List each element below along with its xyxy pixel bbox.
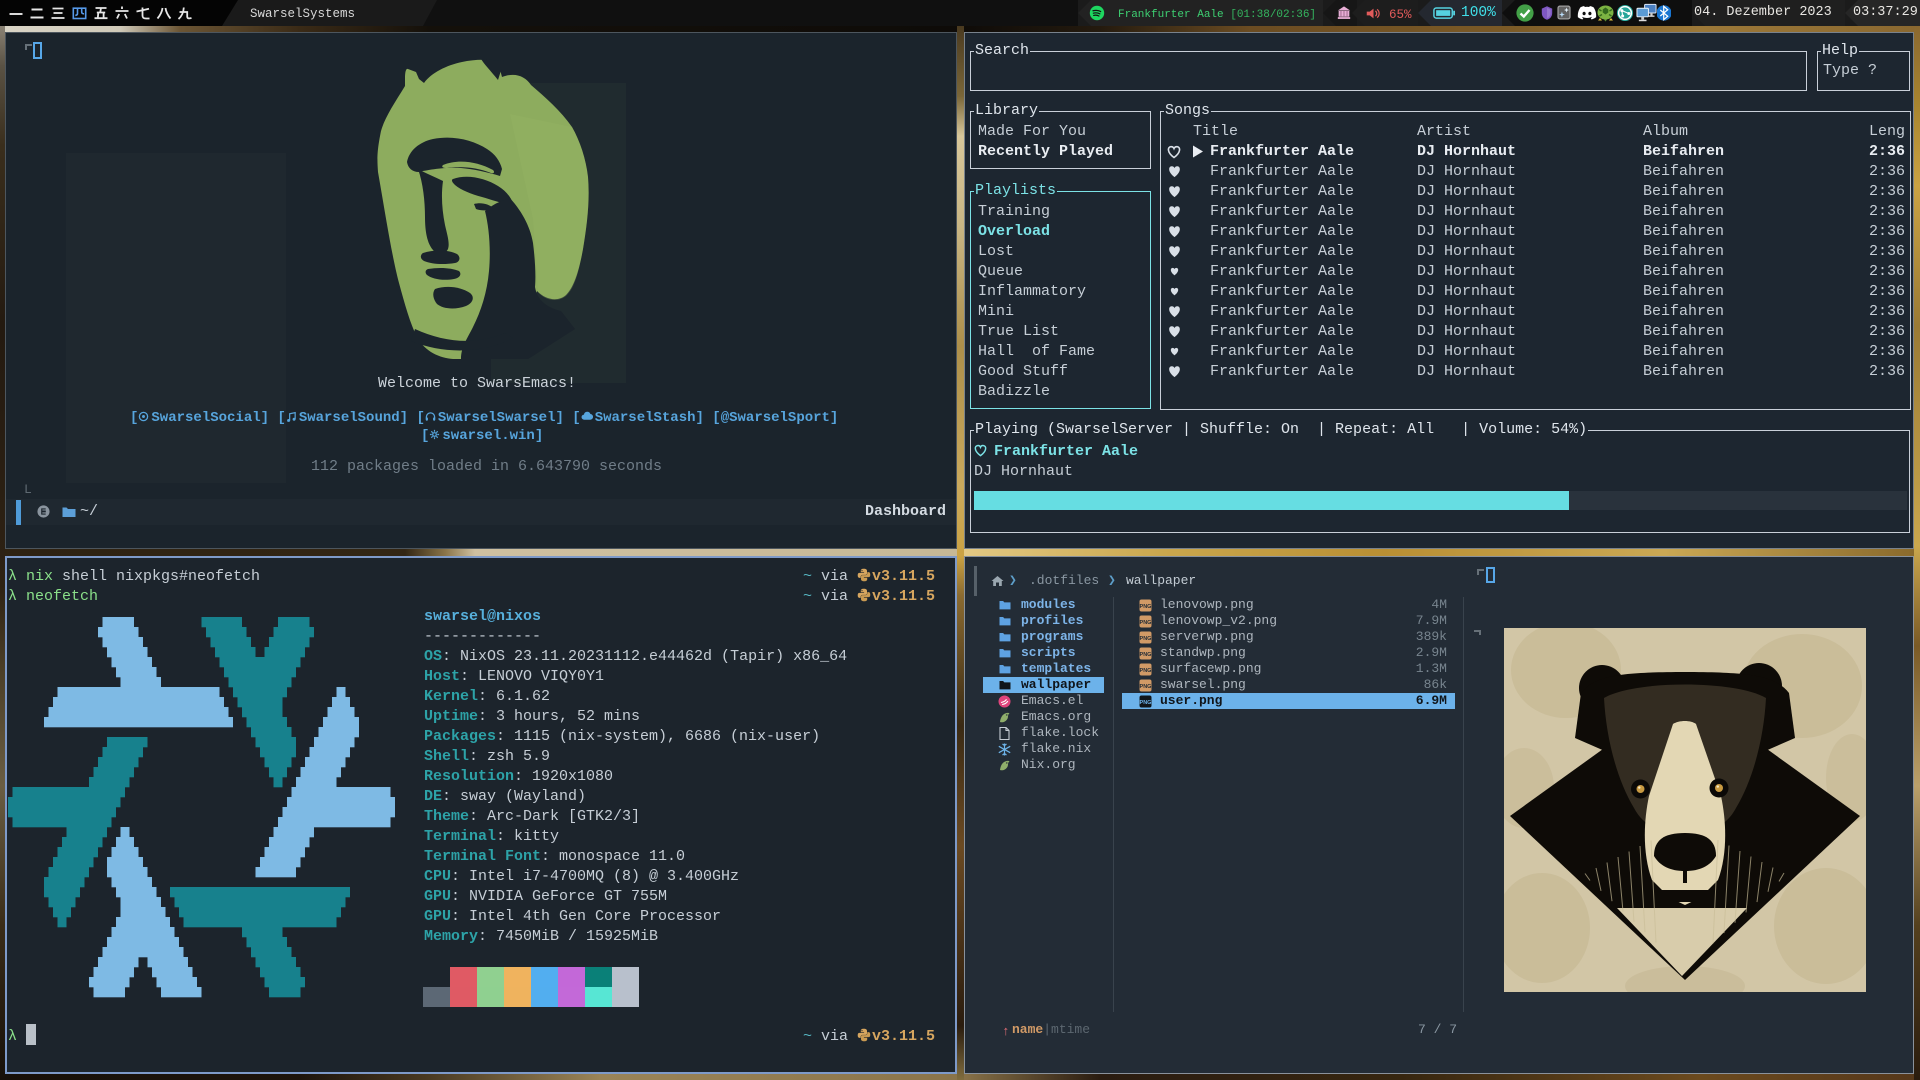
svg-text:PNG: PNG bbox=[1140, 636, 1152, 642]
svg-text:PNG: PNG bbox=[1140, 604, 1152, 610]
svg-text:PNG: PNG bbox=[1140, 684, 1152, 690]
svg-text:PNG: PNG bbox=[1140, 620, 1152, 626]
svg-text:PNG: PNG bbox=[1140, 668, 1152, 674]
svg-text:PNG: PNG bbox=[1140, 700, 1152, 706]
svg-text:PNG: PNG bbox=[1140, 652, 1152, 658]
